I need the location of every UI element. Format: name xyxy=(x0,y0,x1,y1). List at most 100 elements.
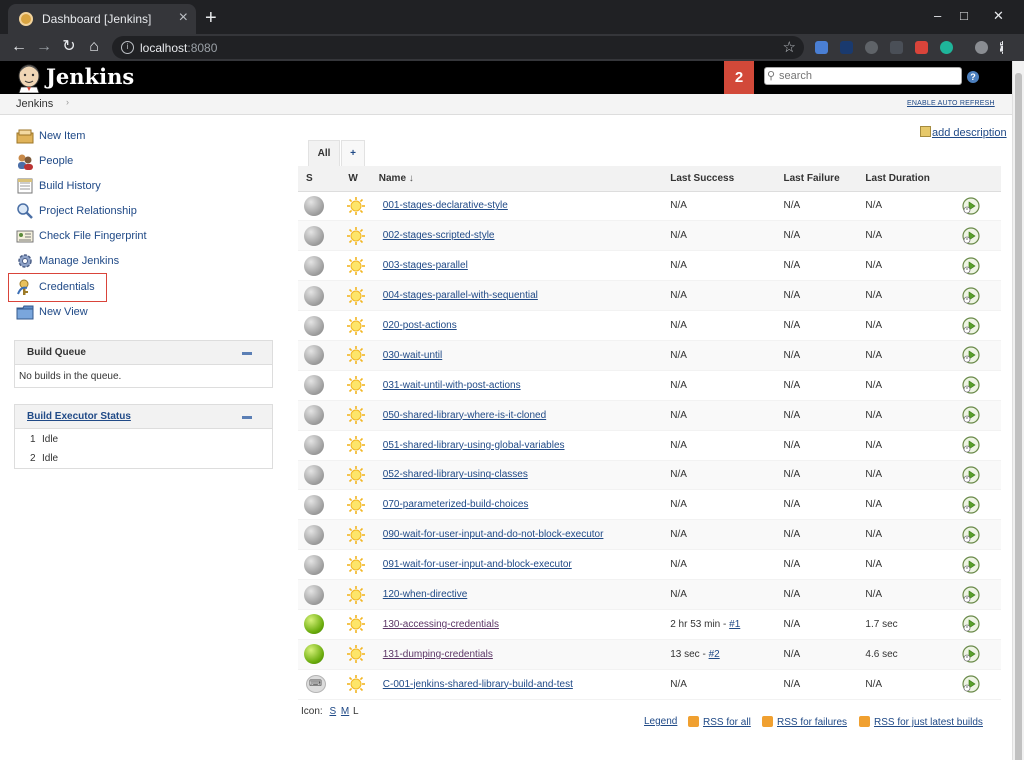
enable-auto-refresh-link[interactable]: ENABLE AUTO REFRESH xyxy=(907,100,995,107)
status-success-ball-icon[interactable] xyxy=(304,614,324,635)
url-text[interactable]: localhost:8080 xyxy=(140,41,217,55)
status-notbuilt-ball-icon[interactable] xyxy=(304,584,324,605)
legend-link[interactable]: Legend xyxy=(644,716,677,727)
pocket-extension-icon[interactable] xyxy=(865,41,878,54)
task-check-file-fingerprint[interactable]: Check File Fingerprint xyxy=(14,227,164,249)
breadcrumb-arrow-icon[interactable]: › xyxy=(66,97,69,107)
build-executor-status-link[interactable]: Build Executor Status xyxy=(27,411,131,422)
status-notbuilt-ball-icon[interactable] xyxy=(304,435,324,456)
task-project-relationship[interactable]: Project Relationship xyxy=(14,202,154,224)
task-label-project-relationship[interactable]: Project Relationship xyxy=(39,205,137,217)
column-header-weather[interactable]: W xyxy=(328,166,367,192)
weather-sunny-icon[interactable] xyxy=(346,316,366,336)
task-label-new-view[interactable]: New View xyxy=(39,306,88,318)
page-scrollbar[interactable] xyxy=(1012,61,1024,760)
job-name-link[interactable]: 091-wait-for-user-input-and-block-execut… xyxy=(383,559,572,570)
tab-all[interactable]: All xyxy=(308,140,340,168)
job-name-link[interactable]: 004-stages-parallel-with-sequential xyxy=(383,290,538,301)
forward-button[interactable]: → xyxy=(34,37,54,57)
maximize-window-button[interactable]: □ xyxy=(960,8,968,24)
weather-sunny-icon[interactable] xyxy=(346,614,366,634)
jenkins-logo-text[interactable]: Jenkins xyxy=(46,64,134,89)
status-success-ball-icon[interactable] xyxy=(304,644,324,665)
home-button[interactable]: ⌂ xyxy=(84,37,104,57)
job-name-link[interactable]: 001-stages-declarative-style xyxy=(383,200,508,211)
weather-sunny-icon[interactable] xyxy=(346,644,366,664)
task-manage-jenkins[interactable]: Manage Jenkins xyxy=(14,252,134,274)
close-window-button[interactable]: ✕ xyxy=(993,8,1004,24)
job-name-link[interactable]: 050-shared-library-where-is-it-cloned xyxy=(383,410,546,421)
schedule-build-icon[interactable] xyxy=(961,675,980,693)
schedule-build-icon[interactable] xyxy=(961,316,980,335)
rss-all-link[interactable]: RSS for all xyxy=(688,716,751,728)
weather-sunny-icon[interactable] xyxy=(346,196,366,216)
extension-icon[interactable] xyxy=(840,41,853,54)
job-name-link[interactable]: 090-wait-for-user-input-and-do-not-block… xyxy=(383,529,604,540)
schedule-build-icon[interactable] xyxy=(961,496,980,514)
task-new-item[interactable]: New Item xyxy=(14,127,134,149)
bookmark-star-icon[interactable]: ☆ xyxy=(783,38,796,56)
add-description-link[interactable]: add description xyxy=(920,126,1007,139)
job-name-link[interactable]: 051-shared-library-using-global-variable… xyxy=(383,440,565,451)
weather-sunny-icon[interactable] xyxy=(346,674,366,694)
weather-sunny-icon[interactable] xyxy=(346,256,366,276)
schedule-build-icon[interactable] xyxy=(961,585,980,604)
column-header-last-success[interactable]: Last Success xyxy=(670,166,784,192)
weather-sunny-icon[interactable] xyxy=(346,286,366,306)
job-name-link[interactable]: 120-when-directive xyxy=(383,589,468,600)
task-label-new-item[interactable]: New Item xyxy=(39,130,85,142)
schedule-build-icon[interactable] xyxy=(961,287,980,305)
status-notbuilt-ball-icon[interactable] xyxy=(304,345,324,366)
job-name-link[interactable]: 003-stages-parallel xyxy=(383,260,468,271)
job-name-link[interactable]: 130-accessing-credentials xyxy=(383,619,499,630)
job-name-link[interactable]: 031-wait-until-with-post-actions xyxy=(383,380,521,391)
collapse-executor-status-icon[interactable] xyxy=(242,416,252,419)
status-notbuilt-ball-icon[interactable] xyxy=(304,225,324,246)
schedule-build-icon[interactable] xyxy=(961,406,980,424)
status-notbuilt-ball-icon[interactable] xyxy=(304,494,324,515)
job-name-link[interactable]: 052-shared-library-using-classes xyxy=(383,469,528,480)
column-header-last-failure[interactable]: Last Failure xyxy=(783,166,866,192)
weather-sunny-icon[interactable] xyxy=(346,435,366,455)
weather-sunny-icon[interactable] xyxy=(346,345,366,365)
shield-extension-icon[interactable] xyxy=(890,41,903,54)
weather-sunny-icon[interactable] xyxy=(346,405,366,425)
schedule-build-icon[interactable] xyxy=(961,376,980,394)
schedule-build-icon[interactable] xyxy=(961,346,980,364)
task-people[interactable]: People xyxy=(14,152,134,174)
schedule-build-icon[interactable] xyxy=(961,556,980,574)
column-header-name[interactable]: Name ↓ xyxy=(366,166,671,192)
task-build-history[interactable]: Build History xyxy=(14,177,134,199)
job-name-link[interactable]: C-001-jenkins-shared-library-build-and-t… xyxy=(383,679,573,690)
add-view-tab[interactable]: + xyxy=(341,140,365,168)
status-notbuilt-ball-icon[interactable] xyxy=(304,464,324,485)
task-label-people[interactable]: People xyxy=(39,155,73,167)
minimize-window-button[interactable]: – xyxy=(934,8,941,24)
rss-failures-link[interactable]: RSS for failures xyxy=(762,716,847,728)
back-button[interactable]: ← xyxy=(9,37,29,57)
new-tab-button[interactable]: + xyxy=(205,6,217,30)
icon-size-medium[interactable]: M xyxy=(341,706,349,717)
task-label-check-file-fingerprint[interactable]: Check File Fingerprint xyxy=(39,230,147,242)
folder-icon[interactable]: ⌨ xyxy=(304,673,328,695)
schedule-build-icon[interactable] xyxy=(961,436,980,454)
status-notbuilt-ball-icon[interactable] xyxy=(304,315,324,336)
status-notbuilt-ball-icon[interactable] xyxy=(304,195,324,216)
schedule-build-icon[interactable] xyxy=(961,526,980,544)
search-input[interactable] xyxy=(779,69,959,83)
icon-size-small[interactable]: S xyxy=(329,706,336,717)
job-name-link[interactable]: 030-wait-until xyxy=(383,350,442,361)
column-header-status[interactable]: S xyxy=(298,166,329,192)
rss-latest-link[interactable]: RSS for just latest builds xyxy=(859,716,983,728)
status-notbuilt-ball-icon[interactable] xyxy=(304,255,324,276)
browser-tab[interactable]: Dashboard [Jenkins] × xyxy=(8,4,196,34)
translate-extension-icon[interactable] xyxy=(815,41,828,54)
weather-sunny-icon[interactable] xyxy=(346,585,366,605)
schedule-build-icon[interactable] xyxy=(961,615,980,634)
task-label-manage-jenkins[interactable]: Manage Jenkins xyxy=(39,255,119,267)
status-notbuilt-ball-icon[interactable] xyxy=(304,524,324,545)
notification-badge[interactable]: 2 xyxy=(724,61,754,94)
weather-sunny-icon[interactable] xyxy=(346,525,366,545)
schedule-build-icon[interactable] xyxy=(961,257,980,275)
schedule-build-icon[interactable] xyxy=(961,197,980,215)
